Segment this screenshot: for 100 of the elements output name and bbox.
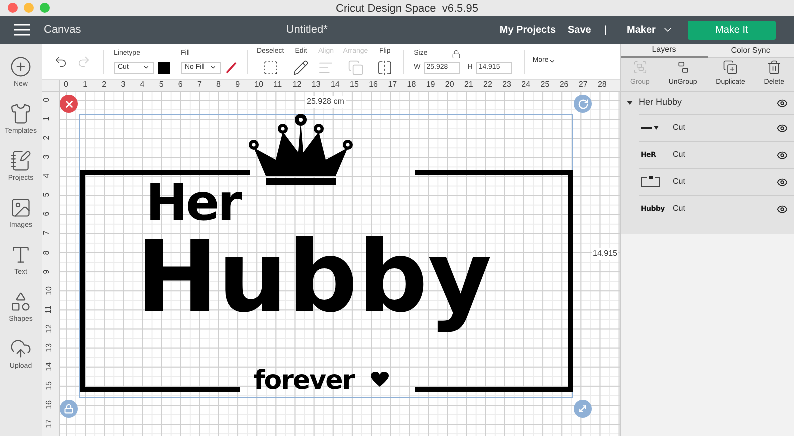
ruler-number: 13 [312, 81, 321, 89]
ungroup-icon [676, 60, 691, 76]
layer-row[interactable]: Cut [639, 168, 794, 195]
save-link[interactable]: Save [568, 22, 592, 38]
rotate-handle[interactable] [574, 95, 592, 113]
group-icon [632, 60, 648, 76]
machine-selector[interactable]: Maker [626, 22, 674, 38]
ruler-number: 9 [43, 269, 52, 274]
ruler-number: 16 [369, 81, 378, 89]
resize-handle[interactable] [574, 400, 592, 418]
shirt-icon [10, 103, 32, 125]
ruler-number: 20 [445, 81, 454, 89]
ruler-number: 26 [560, 81, 569, 89]
notebook-icon [10, 150, 32, 172]
new-icon [10, 56, 32, 78]
ruler-number: 22 [484, 81, 492, 89]
ruler-number: 17 [45, 420, 54, 429]
color-swatch[interactable] [158, 62, 170, 74]
menu-icon[interactable] [14, 24, 30, 36]
ruler-number: 10 [254, 81, 264, 89]
section-title: Canvas [44, 22, 82, 38]
layer-group-row[interactable]: Her Hubby [621, 92, 794, 114]
ruler-number: 6 [43, 212, 52, 217]
ruler-number: 0 [64, 81, 68, 89]
ruler-number: 15 [45, 382, 54, 390]
layer-name: Cut [673, 122, 686, 134]
ruler-number: 15 [350, 81, 359, 89]
ruler-number: 17 [388, 81, 398, 89]
ruler-number: 16 [45, 400, 54, 410]
eye-icon[interactable] [777, 204, 788, 214]
ruler-number: 7 [43, 231, 52, 236]
rotate-icon [578, 98, 588, 110]
ruler-number: 5 [43, 193, 52, 198]
ruler-number: 11 [274, 81, 282, 89]
eye-icon[interactable] [777, 122, 788, 134]
ruler-number: 1 [43, 116, 52, 122]
text-icon [10, 244, 32, 266]
my-projects-link[interactable]: My Projects [500, 22, 556, 38]
ruler-number: 13 [45, 343, 54, 352]
layer-group-name: Her Hubby [639, 96, 682, 110]
frame-thumbnail-icon [641, 176, 661, 188]
document-title: Untitled* [286, 22, 328, 38]
ruler-number: 4 [43, 174, 52, 178]
window-title: Cricut Design Space v6.5.95 [336, 2, 478, 17]
pencil-icon [293, 60, 310, 76]
layer-name: Cut [673, 176, 686, 188]
arrange-icon [348, 60, 364, 76]
ruler-number: 14 [330, 81, 340, 89]
lock-icon [64, 404, 74, 414]
ruler-number: 25 [540, 81, 550, 89]
ruler-number: 27 [578, 81, 588, 89]
ruler-number: 2 [102, 81, 107, 89]
ruler-number: 23 [502, 81, 512, 89]
layer-name: Cut [673, 203, 686, 215]
ruler-number: 6 [178, 81, 183, 89]
close-icon [64, 98, 74, 110]
upload-icon [10, 338, 32, 360]
trash-icon [766, 60, 782, 76]
eye-icon[interactable] [777, 150, 788, 160]
ruler-number: 12 [292, 81, 302, 89]
undo-icon[interactable] [54, 54, 68, 68]
ruler-number: 14 [45, 362, 54, 372]
lock-handle[interactable] [60, 400, 78, 418]
ruler-number: 11 [45, 306, 54, 314]
height-dimension-label: 14.915 [592, 248, 618, 260]
ruler-number: 1 [83, 81, 88, 89]
ruler-number: 12 [45, 324, 54, 334]
ruler-number: 10 [45, 286, 54, 296]
layer-name: Cut [673, 149, 686, 161]
ruler-number: 19 [426, 81, 436, 89]
ruler-number: 24 [522, 81, 531, 89]
lock-icon[interactable] [452, 50, 461, 59]
no-fill-swatch-icon[interactable] [225, 62, 237, 74]
ruler-number: 9 [236, 81, 240, 89]
shapes-icon [10, 291, 32, 313]
ruler-number: 3 [121, 81, 126, 89]
delete-handle[interactable] [60, 95, 78, 113]
deselect-icon [262, 60, 279, 76]
resize-icon [578, 404, 588, 414]
eye-icon[interactable] [777, 176, 788, 188]
ruler-number: 3 [43, 154, 52, 160]
width-dimension-label: 25.928 cm [305, 96, 346, 108]
caret-icon [548, 58, 556, 65]
caret-icon [210, 64, 217, 72]
ruler-number: 5 [159, 81, 164, 89]
ruler-number: 8 [43, 250, 52, 255]
ruler-number: 0 [43, 98, 52, 102]
header-separator: | [604, 24, 607, 38]
eye-icon[interactable] [777, 98, 788, 108]
duplicate-icon [723, 60, 738, 76]
ruler-number: 2 [43, 136, 52, 140]
ruler-number: 7 [197, 81, 202, 89]
ruler-number: 18 [407, 81, 416, 89]
ruler-number: 4 [140, 81, 145, 89]
layer-row[interactable]: Cut [639, 114, 794, 141]
ruler-number: 21 [464, 81, 474, 89]
image-icon [10, 197, 32, 219]
line-thumbnail-icon [641, 125, 659, 131]
flip-icon [377, 60, 394, 76]
ruler-number: 8 [216, 81, 221, 89]
